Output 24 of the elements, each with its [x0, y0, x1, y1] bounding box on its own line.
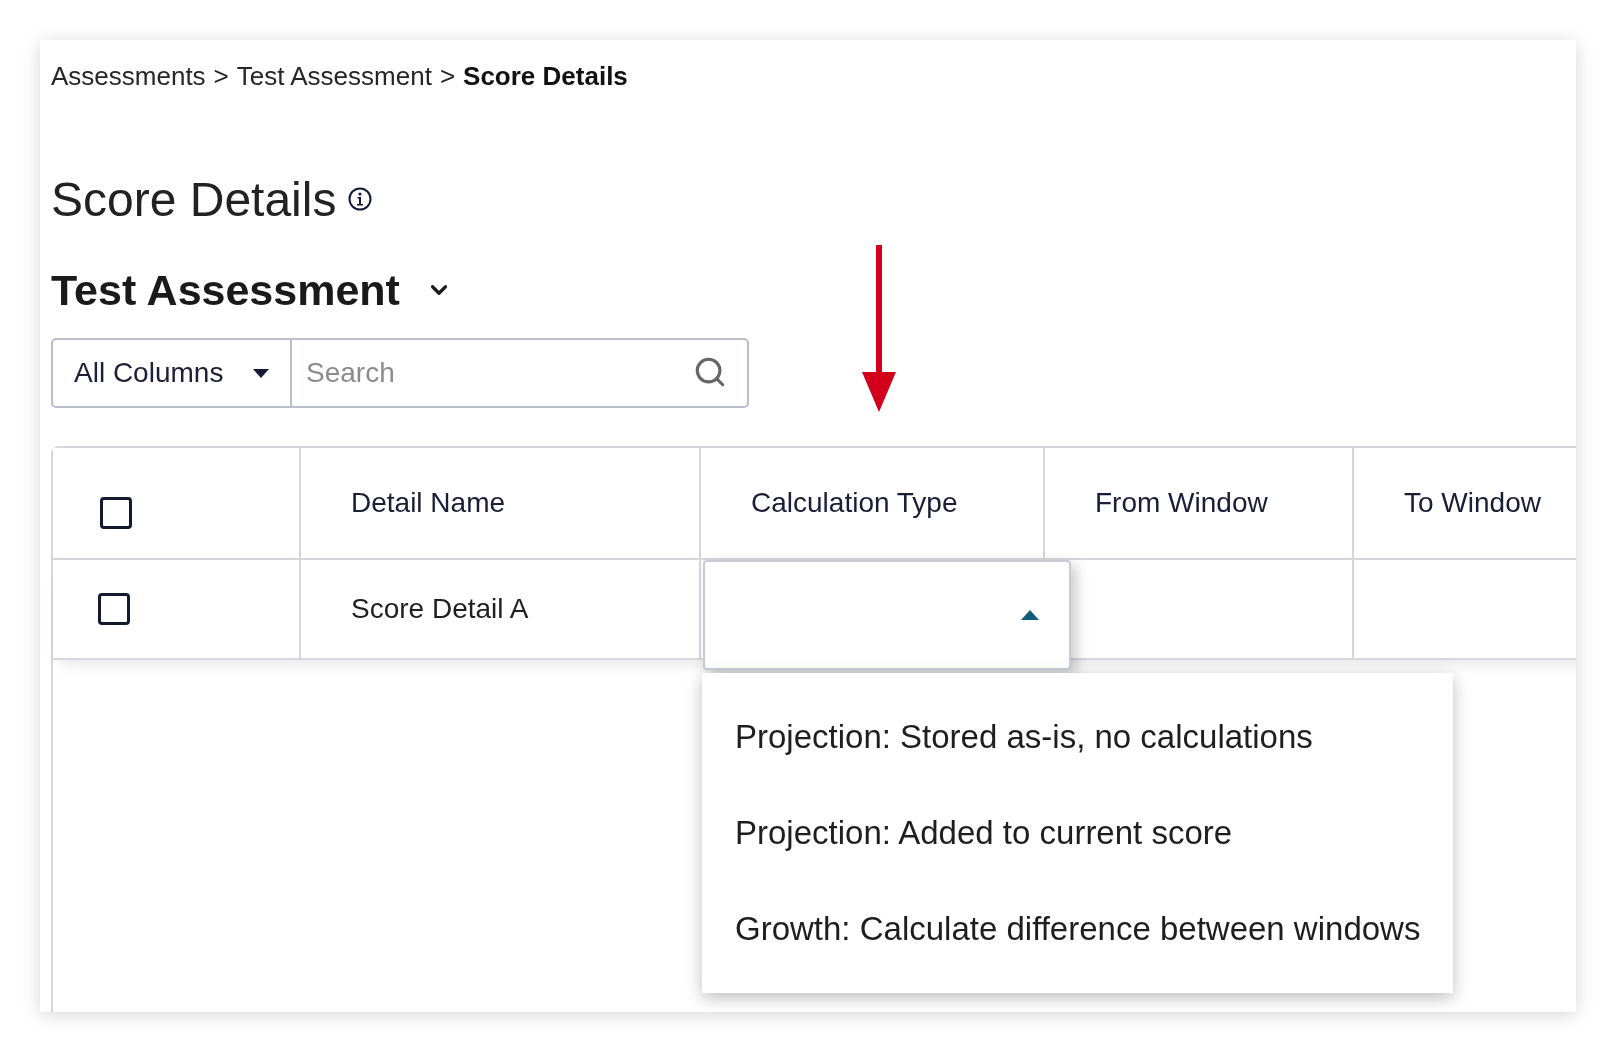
- column-select[interactable]: All Columns: [51, 338, 292, 408]
- column-header: Calculation Type: [751, 487, 958, 519]
- assessment-dropdown[interactable]: Test Assessment: [51, 265, 452, 315]
- breadcrumb-separator: >: [213, 60, 229, 92]
- detail-name-text: Score Detail A: [351, 593, 529, 625]
- column-header: To Window: [1404, 487, 1541, 519]
- column-header: Detail Name: [351, 487, 506, 519]
- down-arrow-icon: [862, 245, 896, 412]
- caret-up-icon: [1021, 610, 1039, 620]
- dropdown-option[interactable]: Projection: Stored as-is, no calculations: [702, 689, 1453, 785]
- breadcrumb-current: Score Details: [463, 60, 628, 92]
- breadcrumb-link[interactable]: Test Assessment: [236, 60, 432, 92]
- search-icon[interactable]: [693, 355, 727, 389]
- column-header: From Window: [1095, 487, 1268, 519]
- breadcrumb-separator: >: [439, 60, 456, 92]
- info-icon[interactable]: [348, 187, 373, 211]
- search-field[interactable]: Search: [292, 338, 749, 408]
- dropdown-option[interactable]: Growth: Calculate difference between windows: [702, 881, 1453, 977]
- breadcrumb-link[interactable]: Assessments: [51, 60, 206, 92]
- caret-down-icon: [253, 368, 269, 378]
- checkbox[interactable]: [98, 593, 130, 625]
- checkbox[interactable]: [100, 497, 132, 529]
- dropdown-option[interactable]: Projection: Added to current score: [702, 785, 1453, 881]
- page-title: Score Details: [51, 171, 337, 227]
